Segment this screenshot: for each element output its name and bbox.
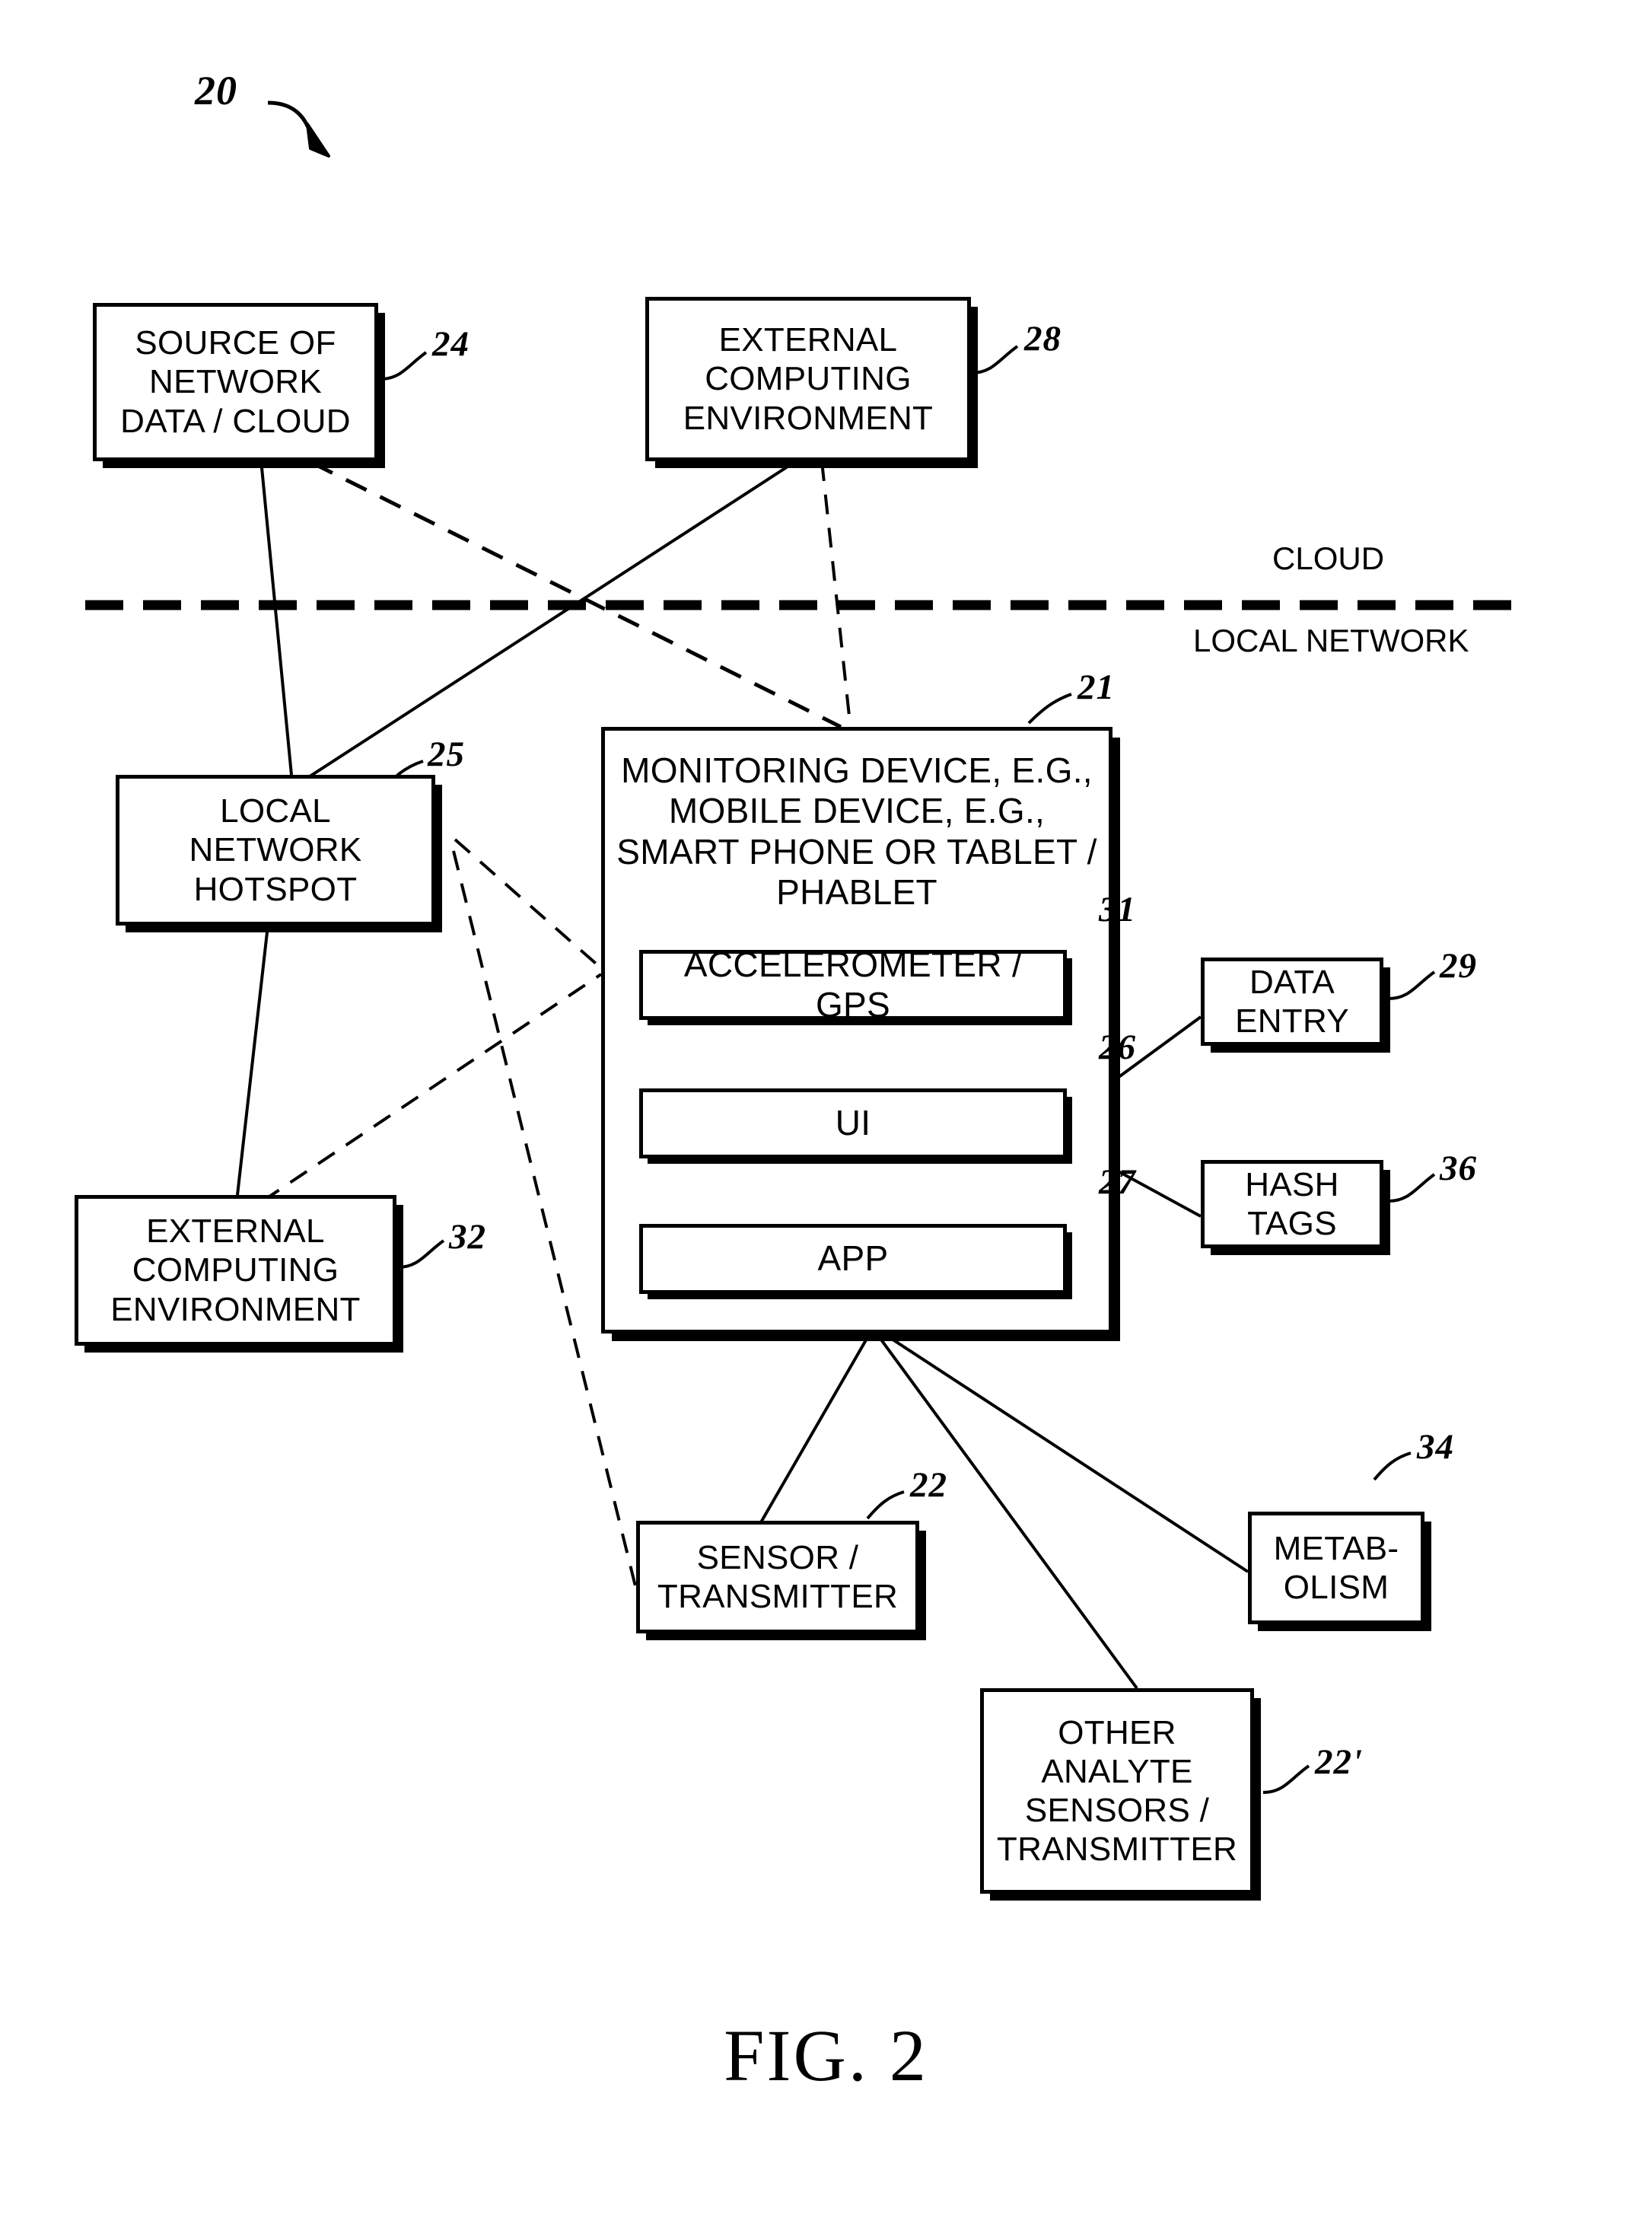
wire-source-to-hotspot bbox=[259, 459, 293, 776]
box-external-computing-environment-local[interactable]: EXTERNAL COMPUTING ENVIRONMENT bbox=[75, 1195, 396, 1346]
box-label: MONITORING DEVICE, E.G., MOBILE DEVICE, … bbox=[616, 750, 1097, 913]
wire-extenv28-to-device-dashed bbox=[820, 460, 851, 724]
box-label: LOCAL NETWORK HOTSPOT bbox=[189, 792, 362, 908]
ref-32: 32 bbox=[449, 1217, 486, 1257]
ref-28: 28 bbox=[1024, 319, 1062, 358]
cloud-label: CLOUD bbox=[1272, 540, 1385, 576]
ref-22-prime: 22' bbox=[1315, 1742, 1364, 1782]
box-accelerometer-gps[interactable]: ACCELEROMETER / GPS bbox=[639, 945, 1067, 1024]
system-ref-arrow bbox=[267, 100, 330, 158]
box-ui[interactable]: UI bbox=[639, 1088, 1067, 1158]
box-label: HASH TAGS bbox=[1245, 1165, 1339, 1242]
box-sensor-transmitter[interactable]: SENSOR / TRANSMITTER bbox=[636, 1521, 919, 1633]
ref-21: 21 bbox=[1077, 668, 1115, 707]
box-label: SOURCE OF NETWORK DATA / CLOUD bbox=[120, 324, 351, 440]
box-external-computing-environment-cloud[interactable]: EXTERNAL COMPUTING ENVIRONMENT bbox=[645, 297, 971, 461]
box-label: UI bbox=[835, 1103, 871, 1143]
system-reference-numeral: 20 bbox=[195, 68, 237, 113]
box-source-of-network-data-cloud[interactable]: SOURCE OF NETWORK DATA / CLOUD bbox=[93, 303, 378, 461]
ref-25: 25 bbox=[428, 734, 465, 774]
box-label: EXTERNAL COMPUTING ENVIRONMENT bbox=[683, 321, 934, 437]
figure-caption: FIG. 2 bbox=[724, 2015, 928, 2096]
local-network-label: LOCAL NETWORK bbox=[1193, 623, 1469, 658]
box-other-analyte-sensors-transmitter[interactable]: OTHER ANALYTE SENSORS / TRANSMITTER bbox=[980, 1688, 1254, 1894]
ref-26: 26 bbox=[1099, 1028, 1136, 1067]
box-local-network-hotspot[interactable]: LOCAL NETWORK HOTSPOT bbox=[116, 775, 435, 926]
box-label: METAB- OLISM bbox=[1273, 1529, 1399, 1606]
patent-figure: 20 CLOUD LOCAL NETWORK SOURCE OF NETWORK… bbox=[0, 0, 1652, 2221]
wire-hotspot-to-device-dashed bbox=[454, 838, 603, 970]
ref-31: 31 bbox=[1099, 890, 1136, 929]
box-app[interactable]: APP bbox=[639, 1224, 1067, 1294]
box-label: APP bbox=[817, 1238, 889, 1279]
ref-34: 34 bbox=[1417, 1427, 1454, 1467]
box-label: ACCELEROMETER / GPS bbox=[683, 944, 1023, 1024]
box-hash-tags[interactable]: HASH TAGS bbox=[1201, 1160, 1383, 1248]
box-label: OTHER ANALYTE SENSORS / TRANSMITTER bbox=[996, 1713, 1238, 1869]
ref-22: 22 bbox=[910, 1465, 947, 1505]
box-data-entry[interactable]: DATA ENTRY bbox=[1201, 958, 1383, 1046]
wire-device-to-sensor bbox=[759, 1333, 871, 1523]
ref-36: 36 bbox=[1440, 1149, 1477, 1188]
box-label: EXTERNAL COMPUTING ENVIRONMENT bbox=[110, 1212, 361, 1328]
wire-device-to-metabolism bbox=[880, 1330, 1249, 1573]
wire-source-to-device-dashed bbox=[310, 460, 842, 729]
box-label: DATA ENTRY bbox=[1235, 963, 1349, 1040]
wire-hotspot-to-extenv32 bbox=[236, 925, 269, 1196]
box-metabolism[interactable]: METAB- OLISM bbox=[1248, 1512, 1424, 1624]
box-label: SENSOR / TRANSMITTER bbox=[657, 1538, 899, 1615]
ref-27: 27 bbox=[1099, 1162, 1136, 1202]
ref-24: 24 bbox=[432, 324, 469, 364]
wire-device-to-other-analyte bbox=[875, 1332, 1138, 1690]
wire-extenv32-to-device-dashed bbox=[261, 973, 603, 1203]
ref-29: 29 bbox=[1440, 946, 1477, 986]
